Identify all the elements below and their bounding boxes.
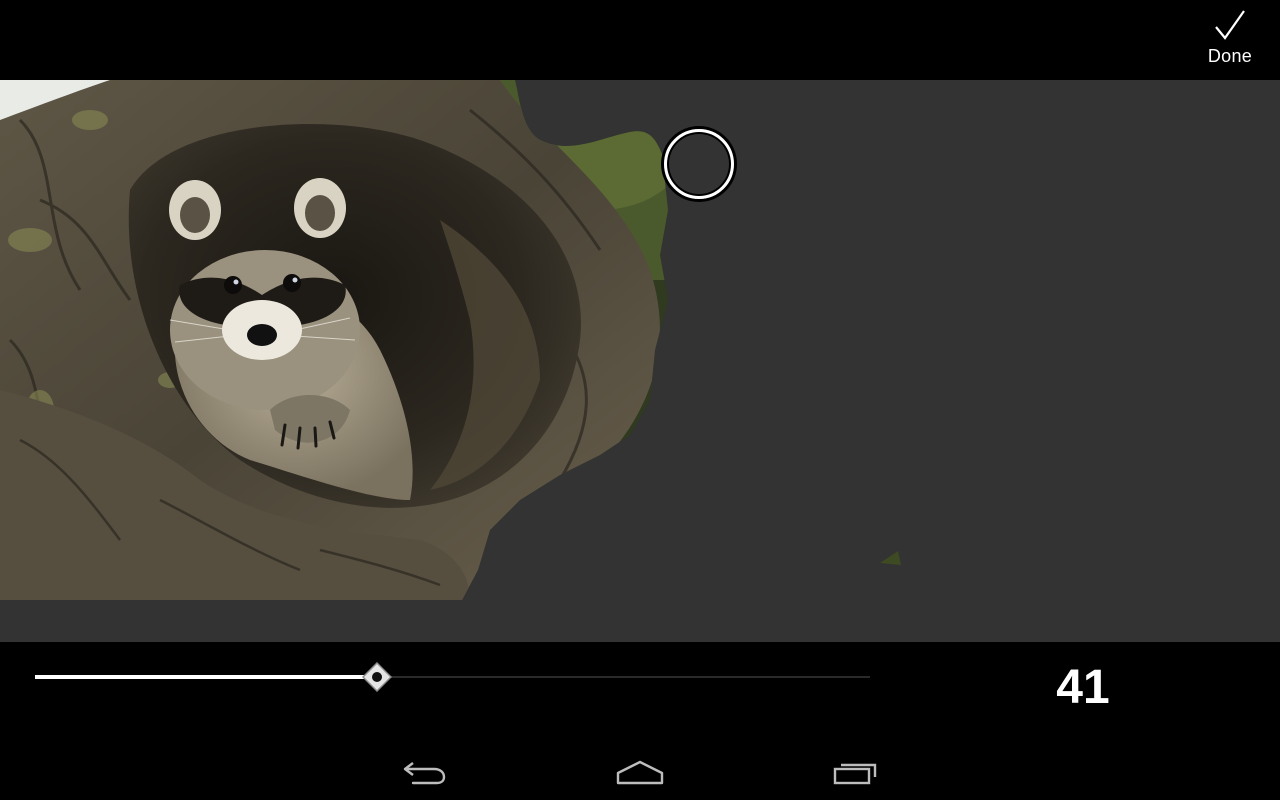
- brush-size-value: 41: [1056, 661, 1110, 714]
- editing-canvas[interactable]: [0, 80, 1280, 642]
- brush-size-slider[interactable]: [35, 662, 870, 692]
- back-icon: [403, 762, 446, 785]
- action-bar: Done: [0, 0, 1280, 80]
- brush-controls: 41: [0, 642, 1280, 742]
- home-icon: [616, 760, 664, 785]
- photo-image: [0, 80, 901, 600]
- back-button[interactable]: [394, 752, 454, 792]
- brush-cursor[interactable]: [664, 129, 734, 199]
- system-navigation-bar: [0, 742, 1280, 800]
- slider-thumb[interactable]: [362, 662, 392, 692]
- done-button[interactable]: Done: [1200, 6, 1260, 72]
- home-button[interactable]: [610, 752, 670, 792]
- done-label: Done: [1207, 46, 1253, 66]
- recent-apps-icon: [833, 763, 877, 785]
- recent-apps-button[interactable]: [826, 752, 886, 792]
- checkmark-icon: [1215, 10, 1245, 40]
- slider-fill: [35, 675, 377, 679]
